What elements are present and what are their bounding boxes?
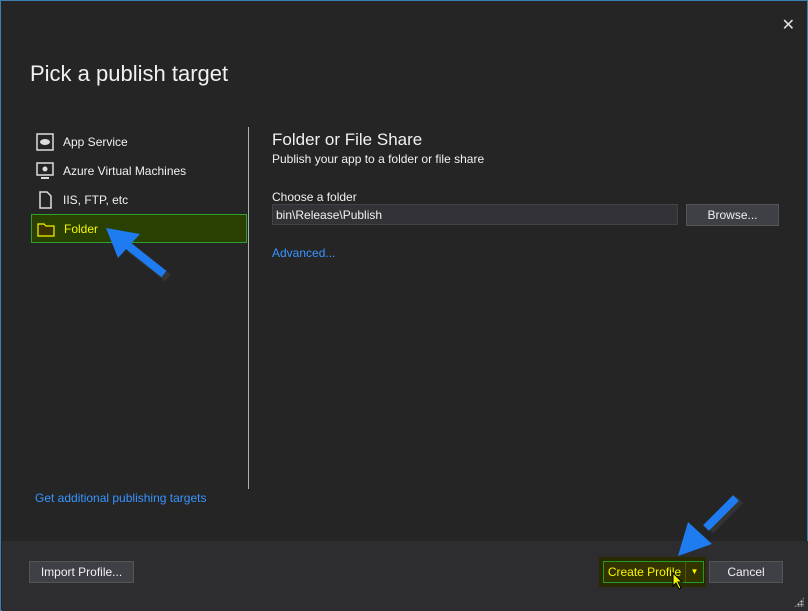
cancel-button[interactable]: Cancel xyxy=(709,561,783,583)
create-profile-button[interactable]: Create Profile xyxy=(604,562,685,582)
target-iis-ftp[interactable]: IIS, FTP, etc xyxy=(31,185,247,214)
import-profile-button[interactable]: Import Profile... xyxy=(29,561,134,583)
folder-icon xyxy=(36,219,56,239)
folder-label: Choose a folder xyxy=(272,190,357,204)
advanced-link[interactable]: Advanced... xyxy=(272,246,335,260)
app-service-icon xyxy=(35,132,55,152)
browse-button[interactable]: Browse... xyxy=(686,204,779,226)
target-label: Folder xyxy=(64,221,99,236)
publish-dialog: ✕ Pick a publish target App Service Azur… xyxy=(0,0,808,611)
folder-input[interactable]: bin\Release\Publish xyxy=(272,204,678,225)
divider xyxy=(248,127,249,489)
target-label: IIS, FTP, etc xyxy=(63,192,129,207)
target-label: App Service xyxy=(63,134,128,149)
target-azure-vm[interactable]: Azure Virtual Machines xyxy=(31,156,247,185)
detail-panel: Folder or File Share Publish your app to… xyxy=(272,130,484,204)
detail-heading: Folder or File Share xyxy=(272,130,423,149)
detail-description: Publish your app to a folder or file sha… xyxy=(272,152,485,166)
target-app-service[interactable]: App Service xyxy=(31,127,247,156)
close-icon[interactable]: ✕ xyxy=(782,15,795,35)
target-folder[interactable]: Folder xyxy=(31,214,247,243)
virtual-machine-icon xyxy=(35,161,55,181)
create-profile-split-button: Create Profile ▼ xyxy=(603,561,704,583)
chevron-down-icon[interactable]: ▼ xyxy=(685,562,703,582)
more-targets-link[interactable]: Get additional publishing targets xyxy=(35,491,206,505)
target-label: Azure Virtual Machines xyxy=(63,163,187,178)
document-icon xyxy=(35,190,55,210)
target-list: App Service Azure Virtual Machines IIS, … xyxy=(31,127,247,243)
dialog-title: Pick a publish target xyxy=(30,61,229,86)
